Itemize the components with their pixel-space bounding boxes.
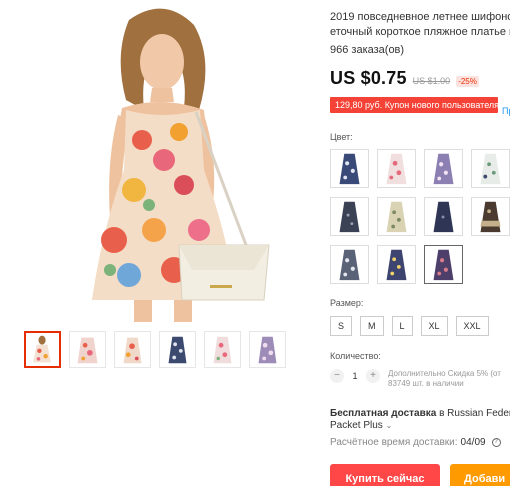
quantity-input[interactable]: 1	[346, 369, 364, 383]
delivery-estimate: Расчётное время доставки: 04/09 ?	[330, 437, 510, 448]
buy-now-button[interactable]: Купить сейчас	[330, 464, 440, 486]
quantity-label: Количество:	[330, 351, 381, 361]
discount-badge: -25%	[456, 76, 479, 87]
purchase-actions: Купить сейчас Добави	[330, 464, 510, 486]
color-swatch-grid	[330, 149, 510, 284]
stock-note: Дополнительно Скидка 5% (от 83749 шт. в …	[388, 369, 510, 389]
color-swatch-5[interactable]	[330, 197, 369, 236]
thumbnail-1[interactable]	[24, 331, 61, 368]
color-swatch-9[interactable]	[330, 245, 369, 284]
quantity-decrease-button[interactable]: −	[330, 369, 344, 383]
coupon-details-link[interactable]: Пр	[502, 106, 510, 116]
free-shipping-label: Бесплатная доставка	[330, 408, 437, 419]
thumbnail-6[interactable]	[249, 331, 286, 368]
product-title[interactable]: 2019 повседневное летнее шифоновое еточн…	[330, 10, 510, 40]
extra-discount-note: Дополнительно Скидка 5% (от	[388, 369, 501, 378]
delivery-date: 04/09	[460, 437, 486, 448]
color-swatch-8[interactable]	[471, 197, 510, 236]
color-label: Цвет:	[330, 132, 353, 142]
color-swatch-1[interactable]	[330, 149, 369, 188]
add-to-cart-button[interactable]: Добави	[450, 464, 510, 486]
size-options: S M L XL XXL	[330, 316, 510, 336]
size-label: Размер:	[330, 298, 364, 308]
thumbnail-4[interactable]	[159, 331, 196, 368]
product-title-line-2: еточный короткое пляжное платье кор	[330, 26, 510, 38]
size-option-xl[interactable]: XL	[420, 316, 448, 336]
color-swatch-11[interactable]	[424, 245, 463, 284]
shipping-method: Packet Plus	[330, 420, 383, 431]
stock-available: 83749 шт. в наличии	[388, 379, 464, 388]
color-swatch-10[interactable]	[377, 245, 416, 284]
size-option-m[interactable]: M	[360, 316, 384, 336]
size-option-s[interactable]: S	[330, 316, 353, 336]
quantity-stepper: − 1 + Дополнительно Скидка 5% (от 83749 …	[330, 369, 510, 389]
current-price: US $0.75	[330, 68, 407, 88]
thumbnail-2[interactable]	[69, 331, 106, 368]
thumbnail-3[interactable]	[114, 331, 151, 368]
main-product-photo[interactable]	[14, 0, 304, 322]
price-row: US $0.75 US $1.00 -25%	[330, 68, 510, 89]
quantity-increase-button[interactable]: +	[366, 369, 380, 383]
product-title-line-1: 2019 повседневное летнее шифоновое	[330, 11, 510, 23]
size-option-l[interactable]: L	[391, 316, 413, 336]
color-swatch-3[interactable]	[424, 149, 463, 188]
new-user-coupon-banner[interactable]: 129,80 руб. Купон нового пользователя	[330, 97, 498, 113]
thumbnail-5[interactable]	[204, 331, 241, 368]
shipping-method-selector[interactable]: Packet Plus ⌄	[330, 420, 510, 431]
orders-count: 966 заказа(ов)	[330, 44, 405, 56]
color-swatch-7[interactable]	[424, 197, 463, 236]
shipping-info: Бесплатная доставка в Russian Feder	[330, 407, 510, 420]
chevron-down-icon: ⌄	[385, 421, 393, 430]
product-info-panel: 2019 повседневное летнее шифоновое еточн…	[330, 0, 510, 486]
shipping-destination[interactable]: в Russian Feder	[436, 408, 510, 419]
old-price: US $1.00	[412, 76, 451, 86]
help-icon[interactable]: ?	[491, 438, 501, 447]
delivery-label: Расчётное время доставки:	[330, 437, 458, 448]
color-swatch-6[interactable]	[377, 197, 416, 236]
color-swatch-4[interactable]	[471, 149, 510, 188]
color-swatch-2[interactable]	[377, 149, 416, 188]
thumbnail-strip	[24, 331, 286, 368]
size-option-xxl[interactable]: XXL	[455, 316, 489, 336]
